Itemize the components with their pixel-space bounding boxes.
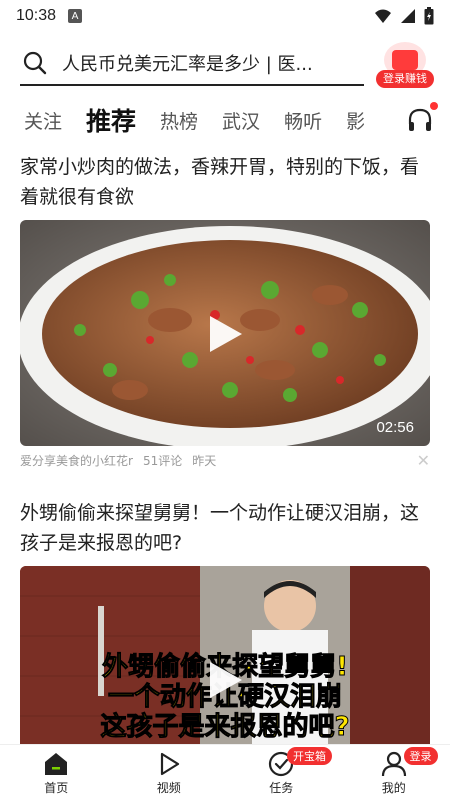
article-source[interactable]: 爱分享美食的小红花r [20, 452, 133, 469]
login-reward-button[interactable]: 登录赚钱 [376, 42, 434, 90]
bottom-tab-bar: 首页 视频 任务 开宝箱 我的 登录 [0, 744, 450, 800]
dismiss-icon[interactable]: ✕ [417, 451, 430, 470]
caption-line: 这孩子是来报恩的吧? [100, 712, 350, 743]
feed-separator [0, 474, 450, 498]
tab-film[interactable]: 影 [346, 107, 364, 134]
article-title[interactable]: 家常小炒肉的做法，香辣开胃，特别的下饭，看着就很有食欲 [20, 152, 430, 212]
notification-icon: A [68, 9, 83, 23]
tab-listen[interactable]: 畅听 [284, 107, 322, 134]
tab-video[interactable]: 视频 [113, 745, 226, 800]
login-badge: 登录 [403, 747, 438, 765]
article-card[interactable]: 家常小炒肉的做法，香辣开胃，特别的下饭，看着就很有食欲 02:56 爱分享美食的… [0, 152, 450, 474]
signal-icon [401, 9, 415, 23]
search-row: 人民币兑美元汇率是多少 | 医... 登录赚钱 [0, 42, 450, 90]
video-thumbnail[interactable]: 外甥偷偷来探望舅舅! 一个动作让硬汉泪崩 这孩子是来报恩的吧? [20, 566, 430, 756]
tab-label: 任务 [269, 781, 294, 795]
tab-label: 首页 [44, 781, 69, 795]
home-icon [45, 753, 68, 775]
tab-me[interactable]: 我的 登录 [338, 745, 450, 800]
article-card[interactable]: 外甥偷偷来探望舅舅！一个动作让硬汉泪崩，这孩子是来报恩的吧? 外甥偷偷来探望舅舅… [0, 498, 450, 756]
status-bar: 10:38 A [0, 0, 450, 32]
tab-label: 视频 [156, 781, 181, 795]
tab-follow[interactable]: 关注 [24, 107, 62, 134]
search-query: 人民币兑美元汇率是多少 | 医... [62, 54, 313, 75]
tab-label: 我的 [381, 781, 406, 795]
video-thumbnail[interactable]: 02:56 [20, 220, 430, 446]
tab-hot[interactable]: 热榜 [160, 107, 198, 134]
tabs-fade [372, 100, 402, 140]
search-icon [23, 51, 47, 75]
play-icon[interactable] [202, 658, 246, 702]
video-duration: 02:56 [376, 419, 414, 436]
battery-icon [424, 7, 434, 25]
headphone-badge-dot [430, 102, 438, 110]
article-comments: 51评论 [142, 453, 183, 468]
tab-tasks[interactable]: 任务 开宝箱 [225, 745, 338, 800]
article-meta: 爱分享美食的小红花r 51评论 昨天 ✕ [20, 446, 430, 474]
status-time: 10:38 [16, 7, 57, 24]
headphone-icon [408, 108, 432, 131]
search-bar[interactable]: 人民币兑美元汇率是多少 | 医... [20, 42, 364, 86]
news-feed: 家常小炒肉的做法，香辣开胃，特别的下饭，看着就很有食欲 02:56 爱分享美食的… [0, 152, 450, 756]
tab-recommend[interactable]: 推荐 [86, 102, 136, 138]
headphone-button[interactable] [406, 102, 438, 134]
tab-wuhan[interactable]: 武汉 [222, 107, 260, 134]
treasure-box-badge: 开宝箱 [287, 747, 332, 765]
play-outline-icon [160, 752, 179, 776]
channel-tabs: 关注 推荐 热榜 武汉 畅听 影 [0, 100, 450, 140]
wifi-icon [375, 9, 391, 23]
red-envelope-inner [392, 50, 418, 70]
play-icon[interactable] [202, 312, 246, 356]
article-title[interactable]: 外甥偷偷来探望舅舅！一个动作让硬汉泪崩，这孩子是来报恩的吧? [20, 498, 430, 558]
tab-home[interactable]: 首页 [0, 745, 113, 800]
login-reward-label: 登录赚钱 [376, 70, 434, 88]
article-time: 昨天 [192, 453, 217, 468]
